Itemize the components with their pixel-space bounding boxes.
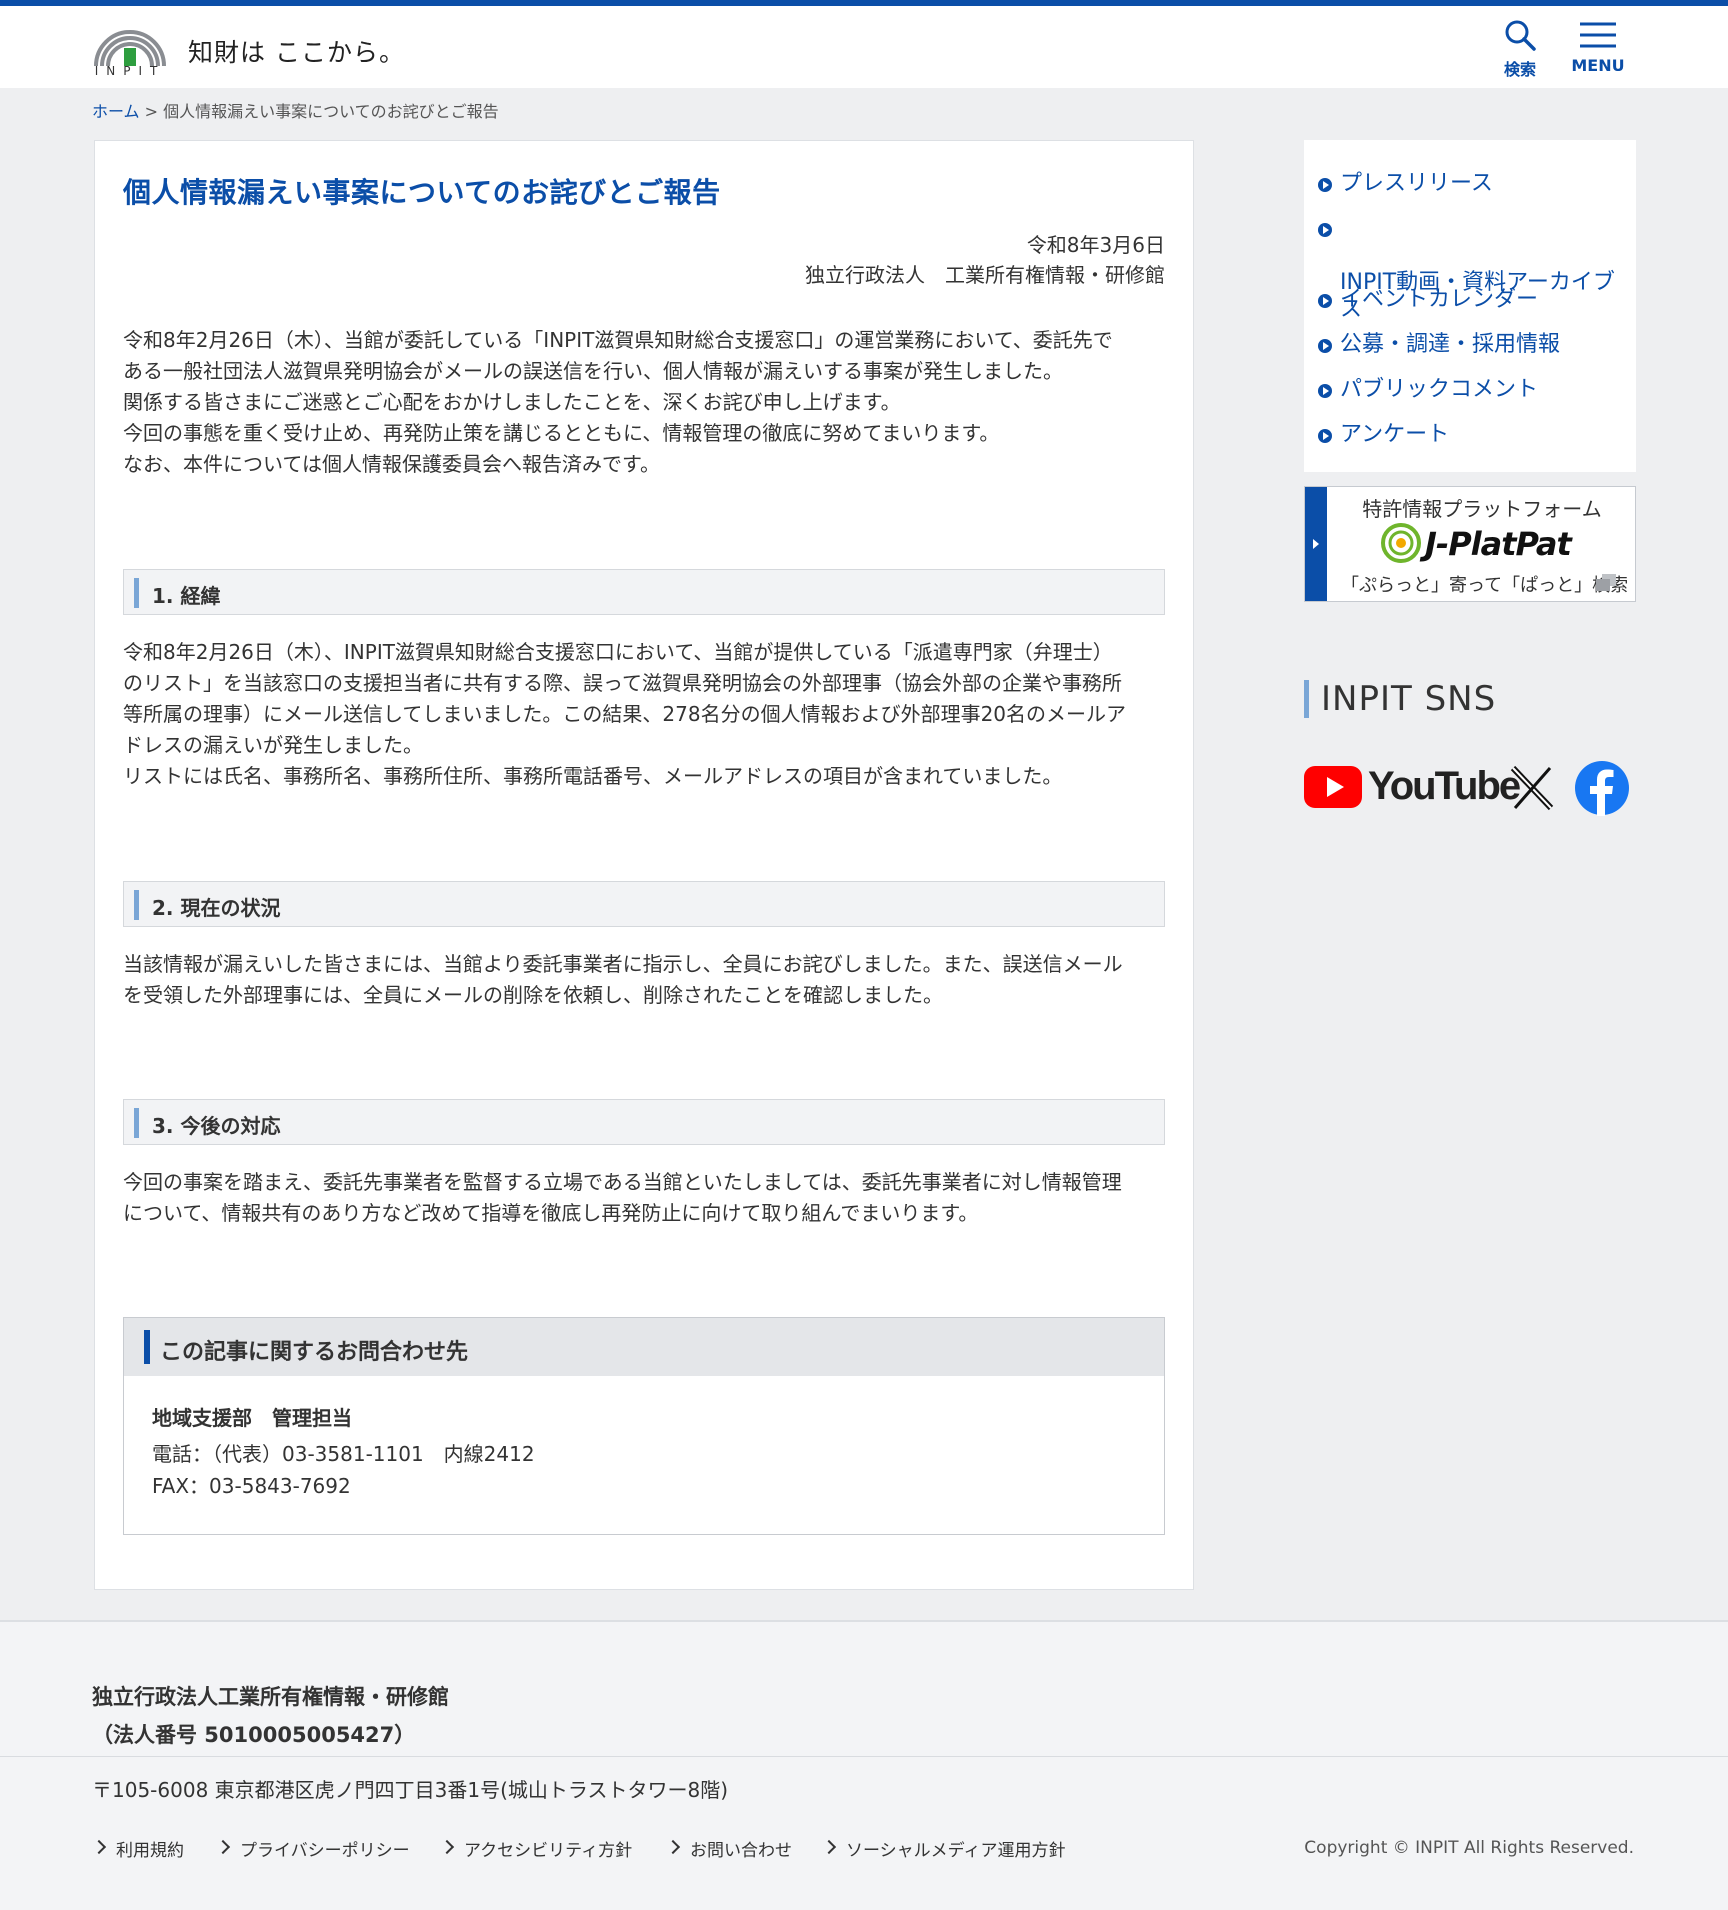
footer-corp-number: （法人番号 5010005005427） xyxy=(92,1723,416,1747)
breadcrumb-current: 個人情報漏えい事案についてのお詫びとご報告 xyxy=(163,102,499,121)
section-line: 今回の事案を踏まえ、委託先事業者を監督する立場である当館といたしましては、委託先… xyxy=(123,1170,1122,1194)
footer-address: 〒105-6008 東京都港区虎ノ門四丁目3番1号(城山トラストタワー8階) xyxy=(92,1778,729,1802)
sidebar-link-label: 公募・調達・採用情報 xyxy=(1340,332,1561,357)
contact-phone: 電話：（代表）03-3581-1101 内線2412 xyxy=(152,1442,535,1466)
publish-date: 令和8年3月6日 xyxy=(1026,233,1165,257)
intro-paragraph: 令和8年2月26日（木）、当館が委託している「INPIT滋賀県知財総合支援窓口」… xyxy=(123,325,1167,480)
sidebar-link-procurement[interactable]: 公募・調達・採用情報 xyxy=(1318,331,1628,358)
section-line: リストには氏名、事務所名、事務所住所、事務所電話番号、メールアドレスの項目が含ま… xyxy=(123,764,1063,788)
sidebar-link-public-comment[interactable]: パブリックコメント xyxy=(1318,376,1628,403)
search-label: 検索 xyxy=(1503,60,1536,79)
section-heading-bar xyxy=(134,578,139,608)
sns-heading: INPIT SNS xyxy=(1304,680,1496,718)
sidebar-link-label: アンケート xyxy=(1340,422,1450,447)
jplatpat-brand: J-PlatPat xyxy=(1425,525,1572,563)
youtube-icon xyxy=(1304,766,1362,808)
logo-text: INPIT xyxy=(94,64,166,78)
footer-link-contact[interactable]: お問い合わせ xyxy=(666,1836,792,1861)
youtube-wordmark: YouTube xyxy=(1368,764,1521,808)
contact-heading-accent xyxy=(144,1330,150,1364)
footer-link-terms[interactable]: 利用規約 xyxy=(92,1836,184,1861)
section-line: 当該情報が漏えいした皆さまには、当館より委託事業者に指示し、全員にお詫びしました… xyxy=(123,952,1123,976)
section-line: 等所属の理事）にメール送信してしまいました。この結果、278名分の個人情報および… xyxy=(123,702,1127,726)
search-button[interactable]: 検索 xyxy=(1480,18,1560,82)
contact-heading-bar: この記事に関するお問合わせ先 xyxy=(124,1318,1164,1376)
site-footer: 独立行政法人工業所有権情報・研修館 （法人番号 5010005005427） 〒… xyxy=(0,1620,1728,1910)
external-link-icon xyxy=(1596,574,1616,591)
section-heading-status: 2. 現在の状況 xyxy=(123,881,1165,927)
jplatpat-title: 特許情報プラットフォーム xyxy=(1362,497,1602,521)
sidebar-link-survey[interactable]: アンケート xyxy=(1318,421,1628,448)
section-body-response: 今回の事案を踏まえ、委託先事業者を監督する立場である当館といたしましては、委託先… xyxy=(123,1167,1167,1229)
intro-line: なお、本件については個人情報保護委員会へ報告済みです。 xyxy=(123,452,660,476)
publisher-org: 独立行政法人 工業所有権情報・研修館 xyxy=(805,263,1165,287)
banner-arrow-strip xyxy=(1305,487,1327,601)
contact-department: 地域支援部 管理担当 xyxy=(152,1406,352,1430)
youtube-link[interactable]: YouTube xyxy=(1304,764,1521,812)
jplatpat-banner[interactable]: 特許情報プラットフォーム J-PlatPat 「ぷらっと」寄って「ぱっと」検索 xyxy=(1304,486,1636,602)
copyright: Copyright © INPIT All Rights Reserved. xyxy=(1304,1838,1634,1858)
intro-line: 関係する皆さまにご迷惑とご心配をおかけしましたことを、深くお詫び申し上げます。 xyxy=(123,390,901,414)
section-line: について、情報共有のあり方など改めて指導を徹底し再発防止に向けて取り組んでまいり… xyxy=(123,1201,979,1225)
arrow-circle-icon xyxy=(1318,223,1332,237)
footer-link-accessibility[interactable]: アクセシビリティ方針 xyxy=(440,1836,632,1861)
footer-link-privacy[interactable]: プライバシーポリシー xyxy=(216,1836,410,1861)
section-heading: 2. 現在の状況 xyxy=(152,896,281,920)
contact-fax: FAX：03-5843-7692 xyxy=(152,1474,351,1498)
intro-line: 令和8年2月26日（木）、当館が委託している「INPIT滋賀県知財総合支援窓口」… xyxy=(123,328,1113,352)
section-heading-bar xyxy=(134,1108,139,1138)
breadcrumb-home-link[interactable]: ホーム xyxy=(92,102,140,121)
arrow-circle-icon xyxy=(1318,339,1332,353)
section-heading-background: 1. 経緯 xyxy=(123,569,1165,615)
section-line: を受領した外部理事には、全員にメールの削除を依頼し、削除されたことを確認しました… xyxy=(123,983,943,1007)
sidebar-link-label: イベントカレンダー xyxy=(1340,287,1539,312)
section-body-status: 当該情報が漏えいした皆さまには、当館より委託事業者に指示し、全員にお詫びしました… xyxy=(123,949,1167,1011)
sidebar-link-press[interactable]: プレスリリース xyxy=(1318,170,1628,197)
contact-box: この記事に関するお問合わせ先 地域支援部 管理担当 電話：（代表）03-3581… xyxy=(123,1317,1165,1535)
footer-link-social-policy[interactable]: ソーシャルメディア運用方針 xyxy=(822,1836,1065,1861)
search-icon xyxy=(1505,20,1536,51)
section-body-background: 令和8年2月26日（木）、INPIT滋賀県知財総合支援窓口において、当館が提供し… xyxy=(123,637,1167,792)
footer-divider xyxy=(0,1756,1728,1757)
intro-line: ある一般社団法人滋賀県発明協会がメールの誤送信を行い、個人情報が漏えいする事案が… xyxy=(123,359,1063,383)
menu-label: MENU xyxy=(1571,56,1625,75)
sidebar-link-label: パブリックコメント xyxy=(1340,377,1539,402)
breadcrumb-separator: > xyxy=(144,102,159,121)
x-twitter-icon[interactable] xyxy=(1510,764,1554,812)
arrow-circle-icon xyxy=(1318,178,1332,192)
footer-org-name: 独立行政法人工業所有権情報・研修館 xyxy=(92,1685,449,1709)
section-line: のリスト」を当該窓口の支援担当者に共有する際、誤って滋賀県発明協会の外部理事（協… xyxy=(123,671,1122,695)
arrow-circle-icon xyxy=(1318,294,1332,308)
sidebar-link-panel: プレスリリース INPIT動画・資料アーカイブ ス イベントカレンダー 公募・調… xyxy=(1304,140,1636,472)
article-card: 個人情報漏えい事案についてのお詫びとご報告 令和8年3月6日 独立行政法人 工業… xyxy=(94,140,1194,1590)
site-tagline: 知財は ここから。 xyxy=(188,38,405,67)
breadcrumb: ホーム > 個人情報漏えい事案についてのお詫びとご報告 xyxy=(92,98,499,122)
facebook-icon[interactable] xyxy=(1574,760,1630,816)
intro-line: 今回の事態を重く受け止め、再発防止策を講じるとともに、情報管理の徹底に努めてまい… xyxy=(123,421,1000,445)
menu-button[interactable]: MENU xyxy=(1558,18,1638,82)
contact-heading: この記事に関するお問合わせ先 xyxy=(160,1340,469,1365)
arrow-circle-icon xyxy=(1318,429,1332,443)
section-line: 令和8年2月26日（木）、INPIT滋賀県知財総合支援窓口において、当館が提供し… xyxy=(123,640,1113,664)
hamburger-icon xyxy=(1580,22,1616,48)
footer-org-block: 独立行政法人工業所有権情報・研修館 （法人番号 5010005005427） xyxy=(92,1678,449,1754)
page-title: 個人情報漏えい事案についてのお詫びとご報告 xyxy=(123,176,721,209)
section-heading: 1. 経緯 xyxy=(152,584,221,608)
sidebar-link-events[interactable]: イベントカレンダー xyxy=(1318,286,1628,313)
section-line: ドレスの漏えいが発生しました。 xyxy=(123,733,423,757)
jplatpat-slogan: 「ぷらっと」寄って「ぱっと」検索 xyxy=(1341,575,1629,596)
section-heading-response: 3. 今後の対応 xyxy=(123,1099,1165,1145)
sidebar-link-label: プレスリリース xyxy=(1340,171,1493,196)
site-header: INPIT 知財は ここから。 検索 MENU xyxy=(0,6,1728,88)
arrow-circle-icon xyxy=(1318,384,1332,398)
section-heading-bar xyxy=(134,890,139,920)
section-heading: 3. 今後の対応 xyxy=(152,1114,281,1138)
